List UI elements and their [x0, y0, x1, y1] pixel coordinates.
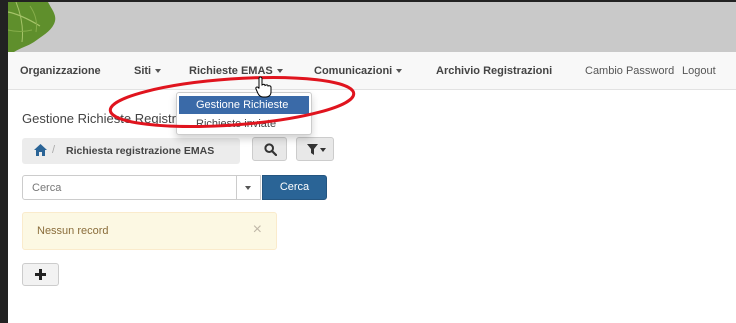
- alert-message: Nessun record: [37, 225, 109, 237]
- menu-item-richieste-inviate[interactable]: Richieste inviate: [179, 115, 309, 133]
- search-options-toggle[interactable]: [236, 176, 260, 199]
- nav-siti[interactable]: Siti: [134, 52, 162, 90]
- search-field: [22, 175, 261, 200]
- nav-cambio-password[interactable]: Cambio Password: [585, 52, 674, 90]
- filter-button[interactable]: [296, 137, 334, 161]
- nav-archivio-registrazioni[interactable]: Archivio Registrazioni: [436, 52, 552, 90]
- add-button[interactable]: [22, 263, 59, 286]
- breadcrumb-separator: /: [52, 144, 56, 156]
- chevron-down-icon: [276, 69, 283, 74]
- chevron-down-icon: [320, 148, 326, 152]
- breadcrumb: / Richiesta registrazione EMAS: [22, 138, 240, 164]
- breadcrumb-current: Richiesta registrazione EMAS: [66, 145, 215, 157]
- search-icon: [264, 143, 277, 156]
- nav-comunicazioni[interactable]: Comunicazioni: [314, 52, 403, 90]
- nav-richieste-emas[interactable]: Richieste EMAS: [189, 52, 283, 90]
- site-header: [8, 2, 736, 52]
- plus-icon: [35, 269, 46, 280]
- home-icon[interactable]: [34, 144, 47, 156]
- chevron-down-icon: [245, 186, 251, 190]
- empty-records-alert: Nessun record ×: [22, 212, 277, 250]
- search-input[interactable]: [23, 176, 223, 199]
- chevron-down-icon: [155, 69, 162, 74]
- chevron-down-icon: [396, 69, 403, 74]
- main-navbar: Organizzazione Siti Richieste EMAS Comun…: [8, 52, 736, 90]
- leaf-logo: [8, 2, 56, 52]
- richieste-emas-dropdown: Gestione Richieste Richieste inviate: [176, 92, 312, 135]
- nav-organizzazione[interactable]: Organizzazione: [20, 52, 101, 90]
- search-button[interactable]: Cerca: [262, 175, 327, 200]
- close-icon[interactable]: ×: [253, 222, 262, 238]
- search-toggle-button[interactable]: [252, 137, 287, 161]
- filter-icon: [307, 144, 318, 155]
- menu-item-gestione-richieste[interactable]: Gestione Richieste: [179, 96, 309, 114]
- nav-logout[interactable]: Logout: [682, 52, 716, 90]
